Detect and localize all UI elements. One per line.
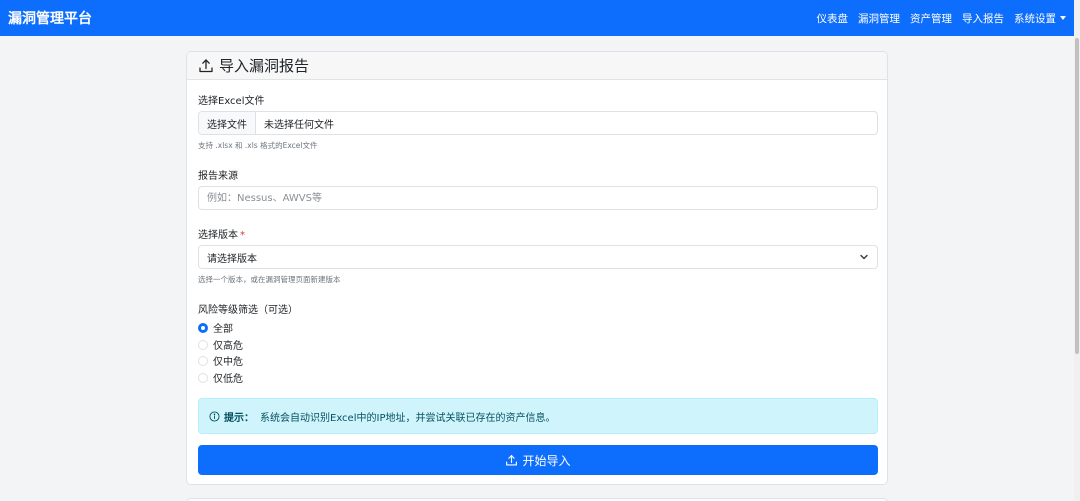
source-input[interactable] [198, 186, 878, 210]
risk-label: 风险等级筛选（可选） [198, 305, 298, 316]
chevron-down-icon [860, 254, 868, 260]
info-circle-icon [209, 410, 220, 422]
radio-button[interactable] [198, 339, 208, 350]
caret-down-icon [1060, 16, 1066, 20]
nav-link-assets[interactable]: 资产管理 [910, 11, 952, 26]
choose-file-button[interactable]: 选择文件 [199, 112, 256, 134]
file-label: 选择Excel文件 [198, 96, 265, 107]
file-input[interactable]: 选择文件 未选择任何文件 [198, 111, 878, 135]
card-title: 导入漏洞报告 [219, 57, 310, 75]
nav-link-vulnerabilities[interactable]: 漏洞管理 [858, 11, 900, 26]
nav-menu: 仪表盘 漏洞管理 资产管理 导入报告 系统设置 [807, 11, 1066, 26]
risk-option-all[interactable]: 全部 [198, 320, 233, 335]
page-scrollbar[interactable] [1074, 0, 1080, 501]
risk-option-label: 仅低危 [213, 374, 243, 385]
info-alert: 提示： 系统会自动识别Excel中的IP地址，并尝试关联已存在的资产信息。 [198, 398, 878, 434]
source-label: 报告来源 [198, 171, 238, 182]
alert-title: 提示： [224, 412, 254, 424]
version-help-text: 选择一个版本，或在漏洞管理页面新建版本 [198, 275, 341, 284]
alert-text: 系统会自动识别Excel中的IP地址，并尝试关联已存在的资产信息。 [260, 412, 556, 424]
version-select[interactable]: 请选择版本 [198, 245, 878, 269]
risk-option-label: 全部 [213, 324, 233, 335]
risk-option-label: 仅中危 [213, 357, 243, 368]
file-name-display: 未选择任何文件 [264, 119, 334, 131]
required-mark: * [240, 230, 245, 241]
risk-option-medium[interactable]: 仅中危 [198, 353, 243, 368]
version-label: 选择版本 * [198, 226, 245, 241]
nav-link-settings[interactable]: 系统设置 [1014, 11, 1066, 26]
upload-icon [199, 58, 213, 72]
nav-link-import-report[interactable]: 导入报告 [962, 11, 1004, 26]
brand-title[interactable]: 漏洞管理平台 [8, 8, 92, 28]
nav-link-dashboard[interactable]: 仪表盘 [817, 11, 849, 26]
risk-option-low[interactable]: 仅低危 [198, 370, 243, 385]
start-import-button[interactable]: 开始导入 [198, 445, 878, 475]
radio-button[interactable] [198, 355, 208, 366]
start-import-label: 开始导入 [522, 453, 571, 468]
file-help-text: 支持 .xlsx 和 .xls 格式的Excel文件 [198, 141, 318, 150]
top-navbar: 漏洞管理平台 仪表盘 漏洞管理 资产管理 导入报告 系统设置 [0, 0, 1074, 36]
scrollbar-thumb[interactable] [1075, 38, 1079, 354]
risk-option-label: 仅高危 [213, 341, 243, 352]
upload-icon [506, 454, 518, 466]
risk-option-high[interactable]: 仅高危 [198, 337, 243, 352]
radio-button-checked[interactable] [198, 322, 208, 333]
import-report-card: 导入漏洞报告 选择Excel文件 选择文件 未选择任何文件 支持 .xlsx 和… [186, 51, 888, 485]
version-label-text: 选择版本 [198, 230, 238, 241]
radio-button[interactable] [198, 372, 208, 383]
card-header: 导入漏洞报告 [187, 52, 887, 80]
nav-link-settings-label: 系统设置 [1014, 12, 1056, 25]
version-select-value: 请选择版本 [207, 253, 257, 265]
